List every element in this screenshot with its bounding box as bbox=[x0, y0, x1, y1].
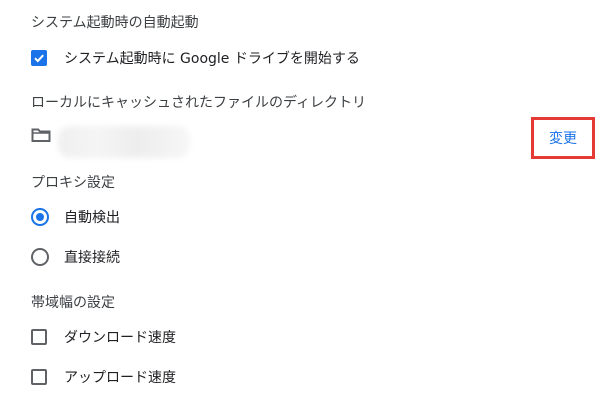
upload-rate-option[interactable]: アップロード速度 bbox=[31, 366, 176, 388]
auto-detect-label: 自動検出 bbox=[64, 210, 120, 226]
change-directory-button[interactable]: 変更 bbox=[531, 117, 595, 159]
cache-section-title: ローカルにキャッシュされたファイルのディレクトリ bbox=[31, 95, 367, 111]
upload-rate-checkbox[interactable] bbox=[31, 369, 47, 385]
cache-directory-row bbox=[31, 126, 51, 148]
check-icon bbox=[34, 54, 44, 63]
download-rate-checkbox[interactable] bbox=[31, 329, 47, 345]
auto-detect-radio[interactable] bbox=[31, 208, 49, 226]
proxy-section-title: プロキシ設定 bbox=[31, 175, 115, 191]
launch-on-startup-option[interactable]: システム起動時に Google ドライブを開始する bbox=[31, 47, 360, 69]
cache-directory-path-redacted bbox=[58, 126, 190, 158]
proxy-option-direct[interactable]: 直接接続 bbox=[31, 246, 120, 268]
bandwidth-section-title: 帯域幅の設定 bbox=[31, 295, 115, 311]
folder-icon bbox=[31, 127, 51, 147]
direct-connection-radio[interactable] bbox=[31, 248, 49, 266]
upload-rate-label: アップロード速度 bbox=[64, 370, 176, 386]
direct-connection-label: 直接接続 bbox=[64, 250, 120, 266]
download-rate-label: ダウンロード速度 bbox=[64, 330, 176, 346]
startup-section-title: システム起動時の自動起動 bbox=[31, 15, 199, 31]
proxy-option-auto-detect[interactable]: 自動検出 bbox=[31, 206, 120, 228]
download-rate-option[interactable]: ダウンロード速度 bbox=[31, 326, 176, 348]
radio-selected-dot bbox=[36, 213, 44, 221]
launch-on-startup-checkbox[interactable] bbox=[31, 50, 47, 66]
launch-on-startup-label: システム起動時に Google ドライブを開始する bbox=[64, 51, 360, 67]
